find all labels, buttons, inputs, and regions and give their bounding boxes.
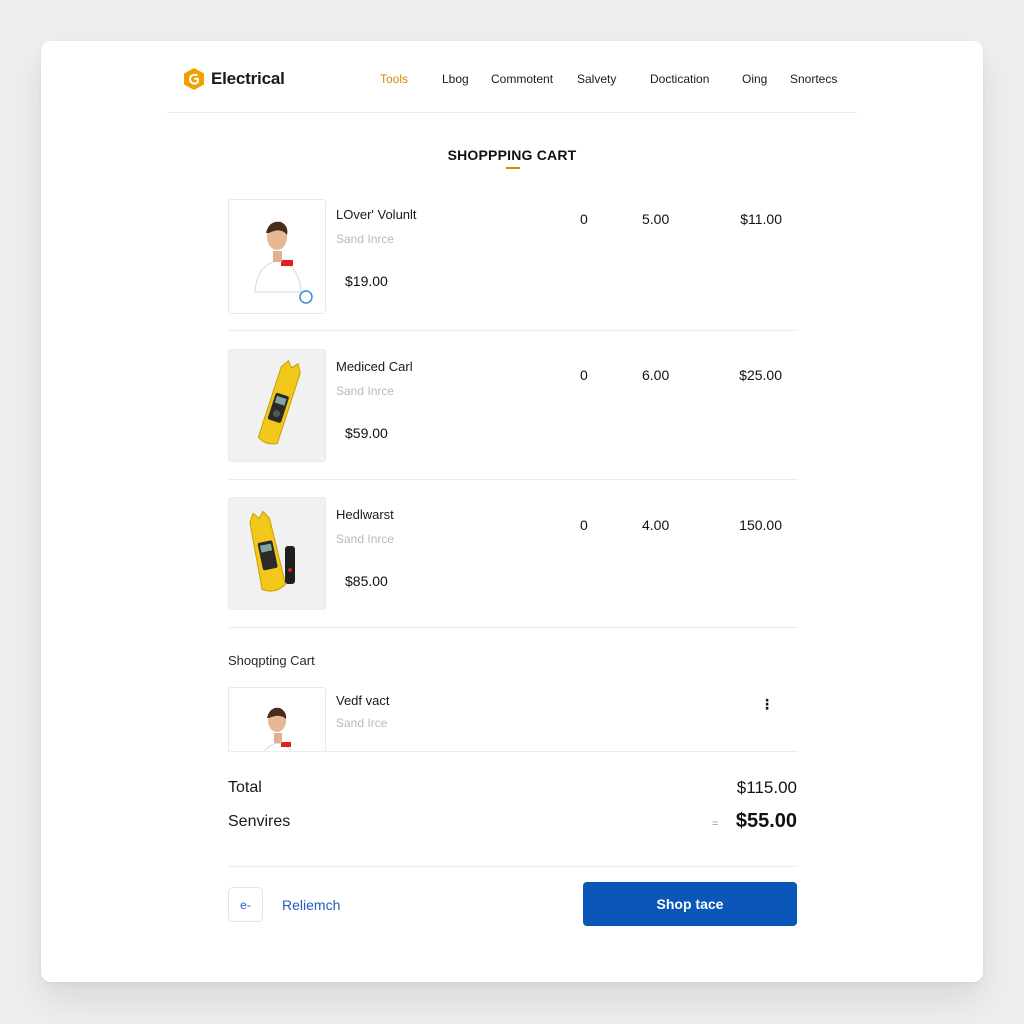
total-label: Total	[228, 779, 262, 796]
more-options-icon[interactable]: ⋮	[760, 696, 774, 713]
item-price: $59.00	[345, 425, 388, 441]
item-subtitle: Sand Inrce	[336, 532, 395, 546]
item-name: Vedf vact	[336, 693, 390, 708]
cart-item-row: Hedlwarst Sand Inrce $85.00 0 4.00 150.0…	[228, 497, 798, 610]
back-button-label: e-	[240, 897, 251, 912]
person-icon	[254, 221, 313, 304]
clamp-meter-icon	[249, 510, 295, 592]
row-divider	[228, 479, 798, 480]
nav-salvety[interactable]: Salvety	[577, 72, 616, 86]
item-price: $19.00	[345, 273, 388, 289]
item-name: Hedlwarst	[336, 507, 394, 522]
cart-item-row: LOver' Volunlt Sand Inrce $19.00 0 5.00 …	[228, 199, 798, 314]
item-unit-price: 5.00	[642, 211, 670, 227]
brand-name: Electrical	[211, 69, 285, 88]
refresh-link[interactable]: Reliemch	[282, 897, 340, 913]
services-prefix: =	[712, 818, 719, 830]
row-divider	[228, 627, 798, 628]
clamp-meter-icon	[257, 359, 301, 445]
hexagon-logo-icon	[183, 67, 205, 91]
item-subtitle: Sand Irce	[336, 716, 388, 730]
item-unit-price: 4.00	[642, 517, 670, 533]
nav-doctication[interactable]: Doctication	[650, 72, 709, 86]
cart-item-row: Vedf vact Sand Irce	[228, 687, 798, 751]
person-icon	[264, 707, 292, 751]
services-label: Senvires	[228, 813, 291, 830]
item-quantity[interactable]: 0	[580, 211, 588, 227]
product-thumbnail[interactable]	[228, 687, 326, 751]
brand-logo[interactable]: Electrical	[183, 67, 285, 91]
product-thumbnail[interactable]	[228, 349, 326, 462]
nav-oing[interactable]: Oing	[742, 72, 767, 86]
nav-lbog[interactable]: Lbog	[442, 72, 469, 86]
product-thumbnail[interactable]	[228, 199, 326, 314]
total-value: $115.00	[736, 778, 797, 797]
item-name: LOver' Volunlt	[336, 207, 417, 222]
row-divider	[228, 751, 798, 752]
item-total: 150.00	[739, 517, 782, 533]
back-button[interactable]: e-	[228, 887, 263, 922]
item-quantity[interactable]: 0	[580, 367, 588, 383]
checkout-button[interactable]: Shop tace	[583, 882, 797, 926]
page-title: SHOPPPING CART	[447, 147, 577, 163]
top-header: Electrical Tools Lbog Commotent Salvety …	[167, 63, 857, 113]
item-total: $25.00	[739, 367, 782, 383]
item-unit-price: 6.00	[642, 367, 670, 383]
nav-commotent[interactable]: Commotent	[491, 72, 553, 86]
item-quantity[interactable]: 0	[580, 517, 588, 533]
services-value: $55.00	[735, 810, 797, 832]
row-divider	[228, 330, 798, 331]
item-subtitle: Sand Inrce	[336, 232, 395, 246]
item-subtitle: Sand Inrce	[336, 384, 395, 398]
summary-divider	[228, 866, 798, 867]
section-heading: Shoqpting Cart	[228, 653, 315, 668]
cart-card: Electrical Tools Lbog Commotent Salvety …	[41, 41, 983, 982]
item-price: $85.00	[345, 573, 388, 589]
nav-snortecs[interactable]: Snortecs	[790, 72, 837, 86]
cart-item-row: Mediced Carl Sand Inrce $59.00 0 6.00 $2…	[228, 349, 798, 462]
item-name: Mediced Carl	[336, 359, 413, 374]
product-thumbnail[interactable]	[228, 497, 326, 610]
nav-tools[interactable]: Tools	[380, 72, 408, 86]
item-total: $11.00	[740, 211, 782, 227]
title-underline	[506, 167, 520, 169]
